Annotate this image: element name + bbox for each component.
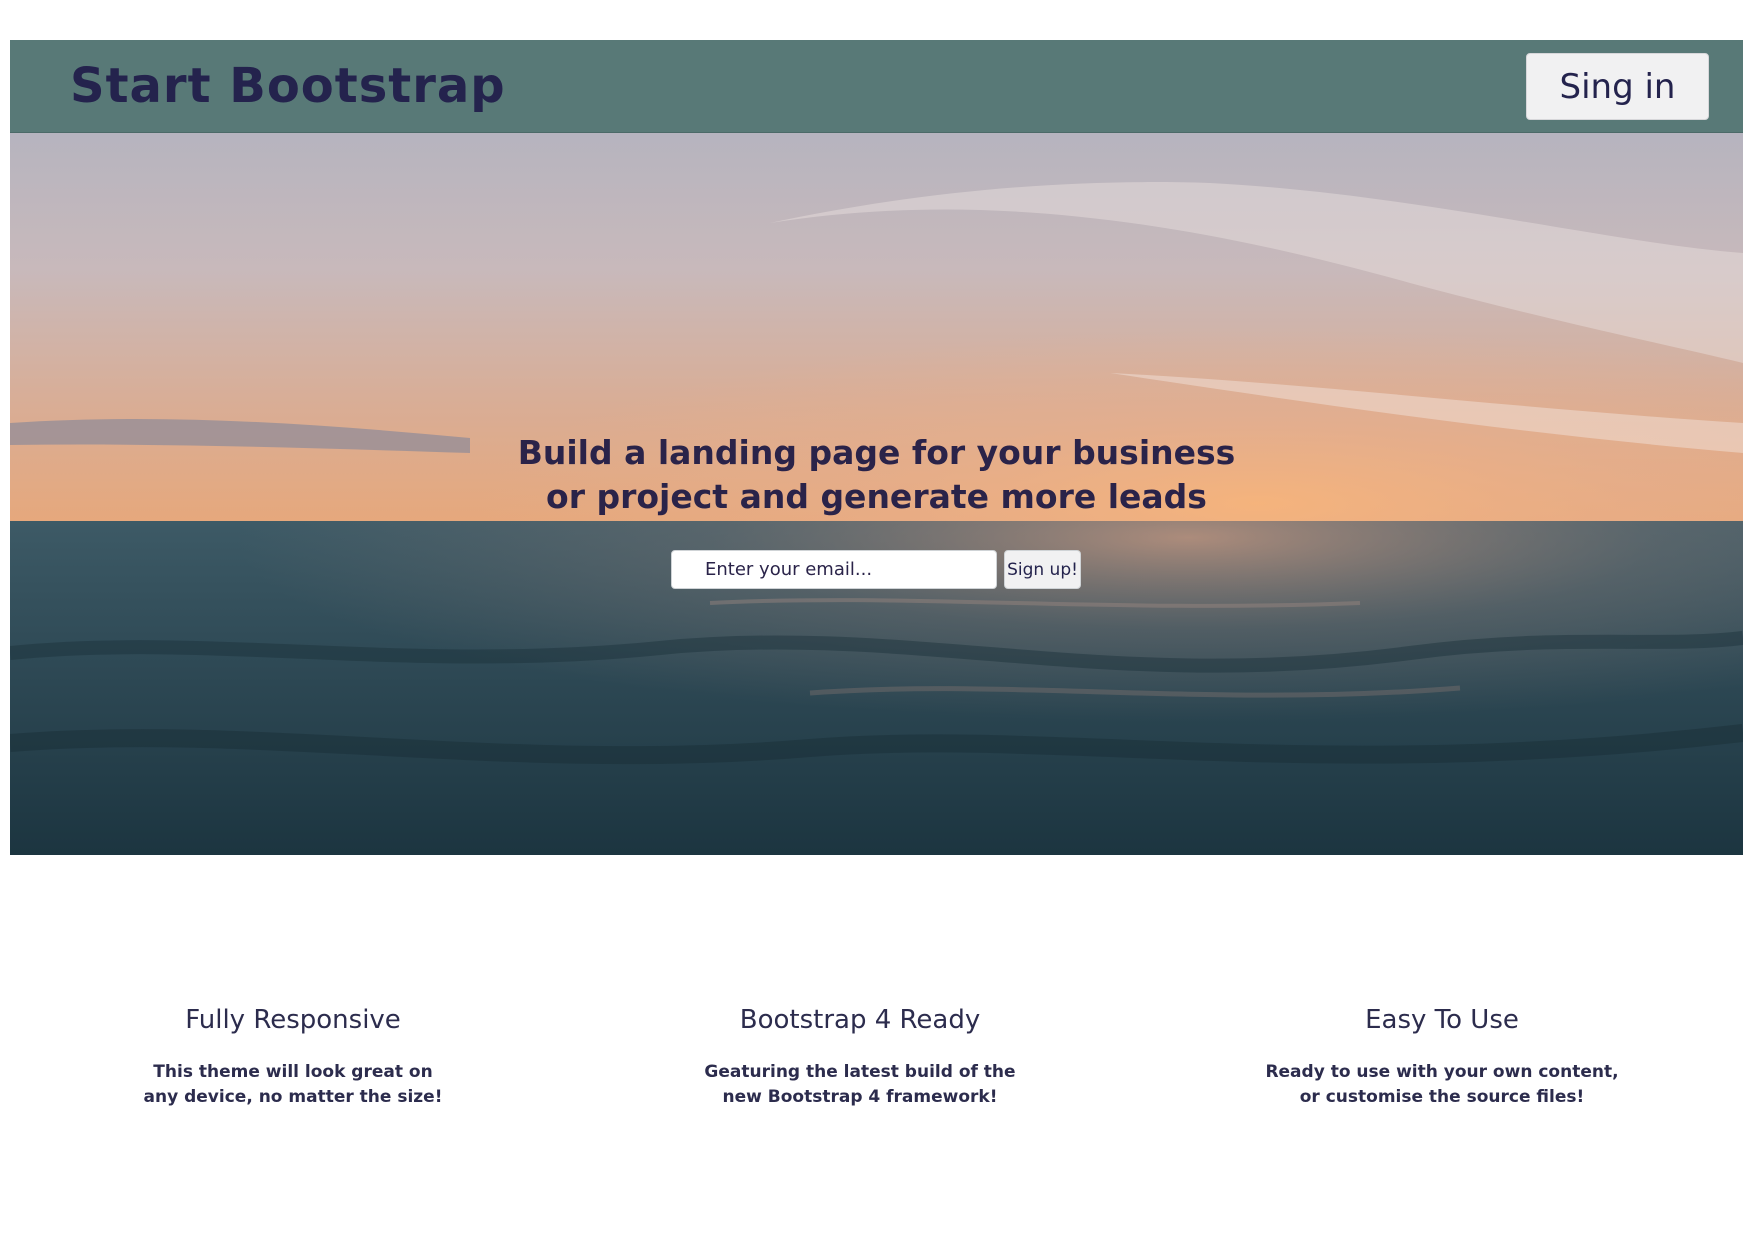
feature-fully-responsive: Fully Responsive This theme will look gr… [73,1000,513,1110]
email-input[interactable] [671,550,997,589]
landing-page: Start Bootstrap Sing in Build a landing … [0,0,1752,1240]
hero-headline-line-1: Build a landing page for your business [517,433,1236,472]
feature-title: Easy To Use [1365,1005,1519,1035]
feature-easy-to-use: Easy To Use Ready to use with your own c… [1222,1000,1662,1110]
feature-bootstrap-ready: Bootstrap 4 Ready Geaturing the latest b… [640,1000,1080,1110]
sign-in-button[interactable]: Sing in [1526,53,1709,120]
feature-text: Ready to use with your own content, or c… [1265,1062,1619,1107]
brand-link[interactable]: Start Bootstrap [70,58,506,114]
sign-up-button[interactable]: Sign up! [1004,550,1081,589]
hero-headline-line-2: or project and generate more leads [546,477,1207,516]
feature-title: Fully Responsive [185,1005,401,1035]
feature-title: Bootstrap 4 Ready [739,1005,981,1035]
hero-headline: Build a landing page for your business o… [10,431,1743,519]
hero-section: Build a landing page for your business o… [10,133,1743,855]
feature-text: Geaturing the latest build of the new Bo… [704,1062,1016,1107]
feature-text: This theme will look great on any device… [143,1062,443,1107]
navbar: Start Bootstrap Sing in [10,40,1743,133]
